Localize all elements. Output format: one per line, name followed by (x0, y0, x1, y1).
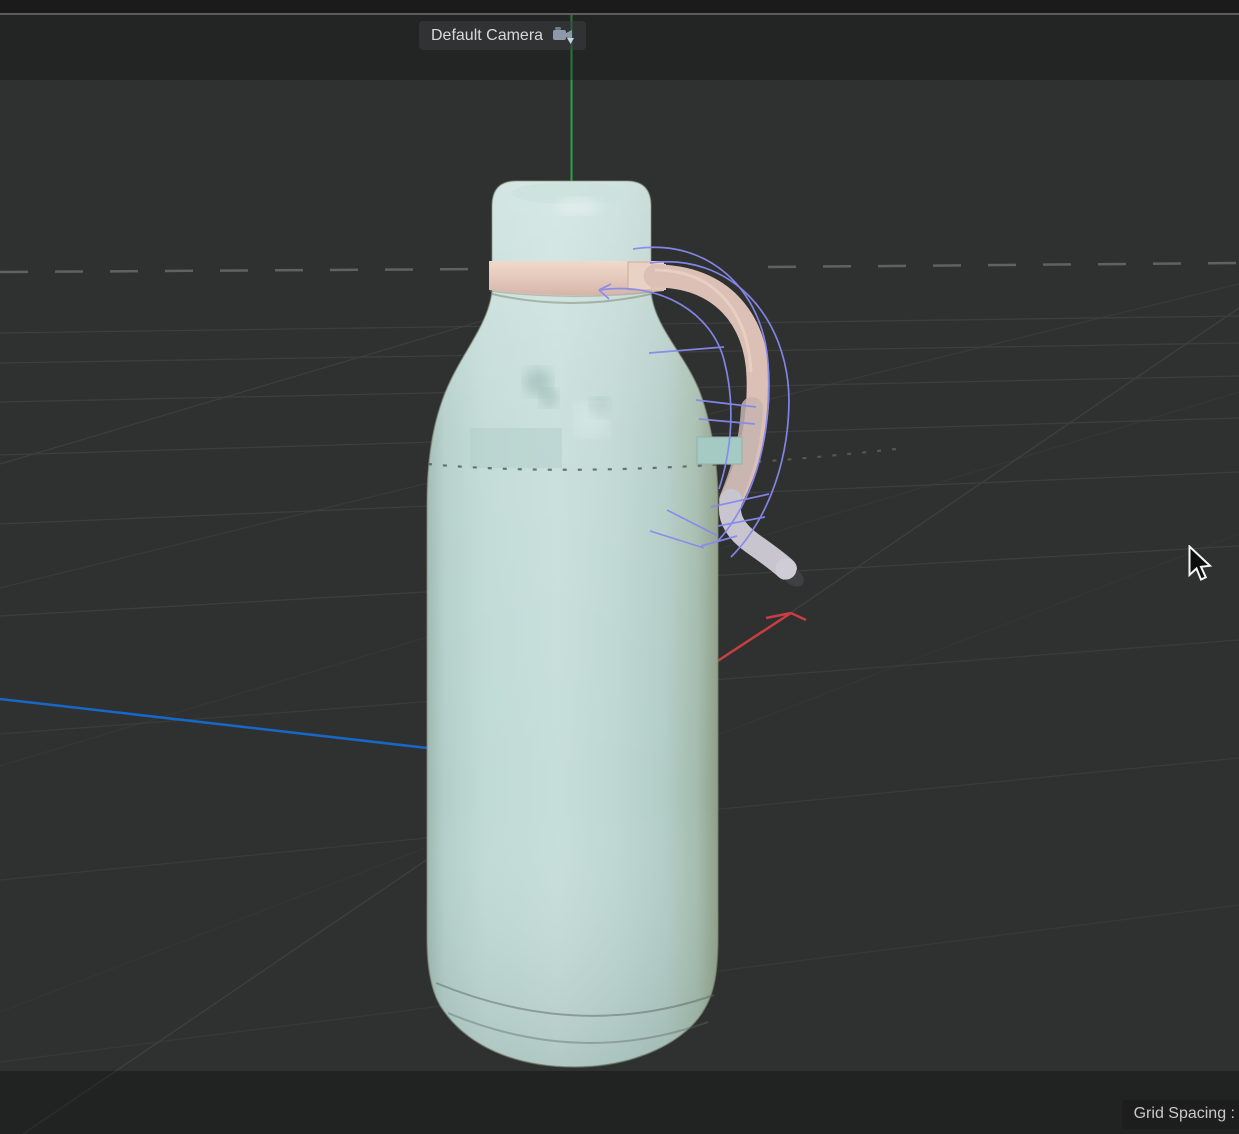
bottle-model[interactable] (427, 181, 905, 1067)
grid-spacing-label: Grid Spacing : (1134, 1105, 1235, 1122)
cap-specular (556, 198, 600, 214)
handle-tip-endcap (776, 559, 797, 580)
axis-x-red (716, 613, 806, 662)
3d-viewport[interactable]: Default Camera Grid Spacing : (0, 0, 1239, 1134)
scene-canvas[interactable] (0, 0, 1239, 1134)
body-reflection-patch (470, 428, 562, 468)
grid-spacing-status: Grid Spacing : (1122, 1100, 1239, 1129)
window-top-strip (0, 0, 1239, 15)
camera-label: Default Camera (431, 21, 543, 50)
camera-selector[interactable]: Default Camera (419, 21, 586, 50)
fillet-widget-box[interactable] (697, 437, 742, 464)
reflection-smudge (540, 389, 558, 407)
camera-icon[interactable] (552, 26, 576, 45)
arrow-cursor-icon (1188, 545, 1214, 583)
bottle-vertical-shading (427, 181, 718, 1067)
status-bar (0, 1071, 1239, 1134)
viewport-top-overlay (0, 15, 1239, 80)
handle-tip[interactable] (730, 500, 786, 569)
specular-highlight (576, 404, 608, 436)
